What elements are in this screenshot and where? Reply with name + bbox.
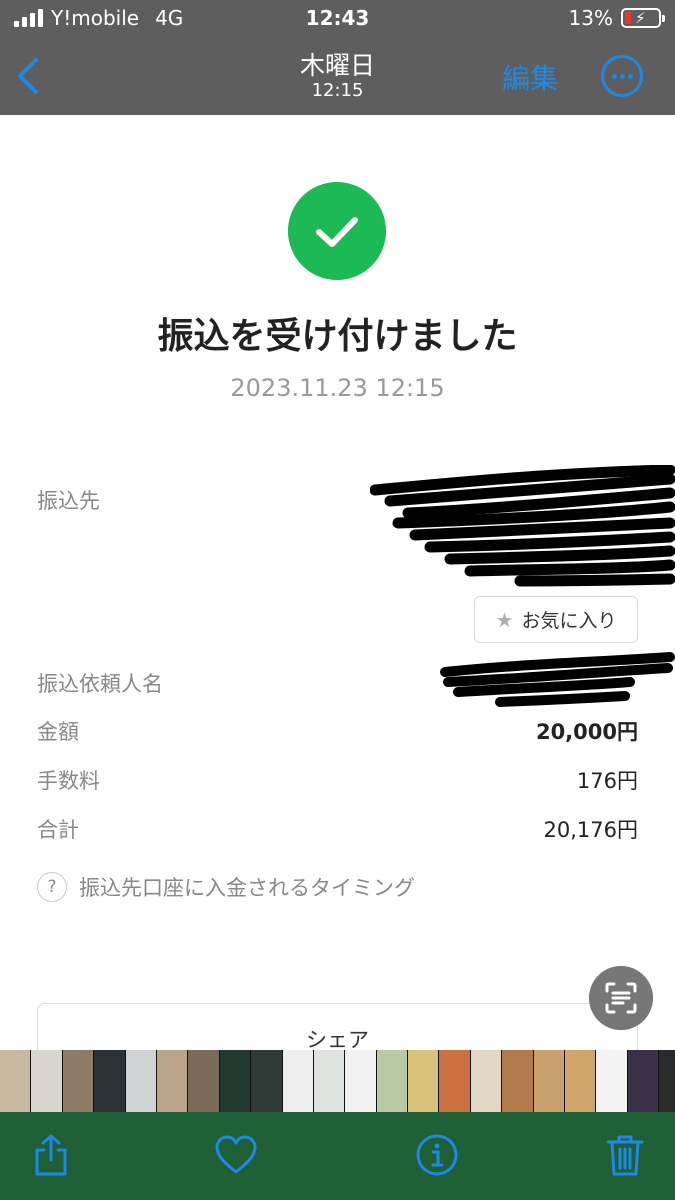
favorite-label: お気に入り	[521, 610, 617, 632]
result-datetime: 2023.11.23 12:15	[230, 374, 445, 402]
edit-button[interactable]: 編集	[502, 57, 558, 97]
total-label: 合計	[37, 818, 79, 842]
photo-thumbnail[interactable]	[627, 1050, 660, 1112]
transfer-timing-label: 振込先口座に入金されるタイミング	[79, 876, 415, 900]
nav-title: 木曜日	[299, 51, 375, 80]
photo-thumbnail[interactable]	[502, 1050, 534, 1112]
photo-thumbnail[interactable]	[408, 1050, 440, 1112]
battery-percent: 13%	[568, 6, 613, 30]
favorite-button[interactable]: ★ お気に入り	[474, 596, 638, 643]
photo-thumbnail[interactable]	[62, 1050, 95, 1112]
photo-thumbnail[interactable]	[439, 1050, 471, 1112]
redaction-scribble	[370, 465, 675, 587]
photo-thumbnail[interactable]	[188, 1050, 220, 1112]
checkmark-icon	[288, 182, 386, 280]
photo-thumbnail-strip[interactable]	[0, 1050, 675, 1112]
redaction-scribble	[440, 652, 675, 707]
photo-thumbnail[interactable]	[345, 1050, 377, 1112]
question-icon: ?	[37, 872, 67, 902]
info-icon[interactable]	[414, 1132, 460, 1178]
photo-viewer-screen: Y!mobile 4G 12:43 13% ⚡ 木曜日 12:15 編集 振込を…	[0, 0, 675, 1200]
photo-thumbnail[interactable]	[596, 1050, 628, 1112]
star-icon: ★	[495, 607, 514, 632]
trash-icon[interactable]	[602, 1132, 648, 1178]
recipient-label: 振込先	[37, 489, 100, 513]
requester-label: 振込依頼人名	[37, 672, 163, 696]
photo-thumbnail[interactable]	[470, 1050, 503, 1112]
result-headline: 振込を受け付けました	[157, 316, 518, 357]
share-icon[interactable]	[28, 1132, 74, 1178]
text-scan-icon[interactable]	[589, 966, 653, 1030]
photo-thumbnail[interactable]	[533, 1050, 566, 1112]
photo-thumbnail[interactable]	[659, 1050, 675, 1112]
amount-label: 金額	[37, 720, 79, 744]
photo-thumbnail[interactable]	[0, 1050, 32, 1112]
fee-label: 手数料	[37, 769, 100, 793]
status-and-nav-bar: Y!mobile 4G 12:43 13% ⚡ 木曜日 12:15 編集	[0, 0, 675, 115]
photo-thumbnail[interactable]	[125, 1050, 157, 1112]
bottom-toolbar	[0, 1112, 675, 1200]
more-icon[interactable]	[601, 55, 643, 97]
nav-subtitle: 12:15	[311, 80, 364, 101]
transfer-timing-link[interactable]: ? 振込先口座に入金されるタイミング	[37, 872, 415, 902]
photo-thumbnail[interactable]	[376, 1050, 409, 1112]
photo-thumbnail[interactable]	[565, 1050, 597, 1112]
total-value: 20,176円	[543, 818, 638, 842]
photo-thumbnail[interactable]	[282, 1050, 314, 1112]
amount-value: 20,000円	[535, 720, 638, 744]
photo-thumbnail[interactable]	[31, 1050, 63, 1112]
heart-icon[interactable]	[213, 1132, 259, 1178]
photo-thumbnail[interactable]	[251, 1050, 283, 1112]
photo-thumbnail[interactable]	[156, 1050, 189, 1112]
photo-thumbnail[interactable]	[313, 1050, 346, 1112]
photo-thumbnail[interactable]	[94, 1050, 126, 1112]
share-label: シェア	[306, 1028, 369, 1052]
battery-info: 13% ⚡	[568, 6, 665, 30]
battery-icon: ⚡	[621, 8, 665, 28]
photo-thumbnail[interactable]	[219, 1050, 252, 1112]
fee-value: 176円	[576, 769, 638, 793]
